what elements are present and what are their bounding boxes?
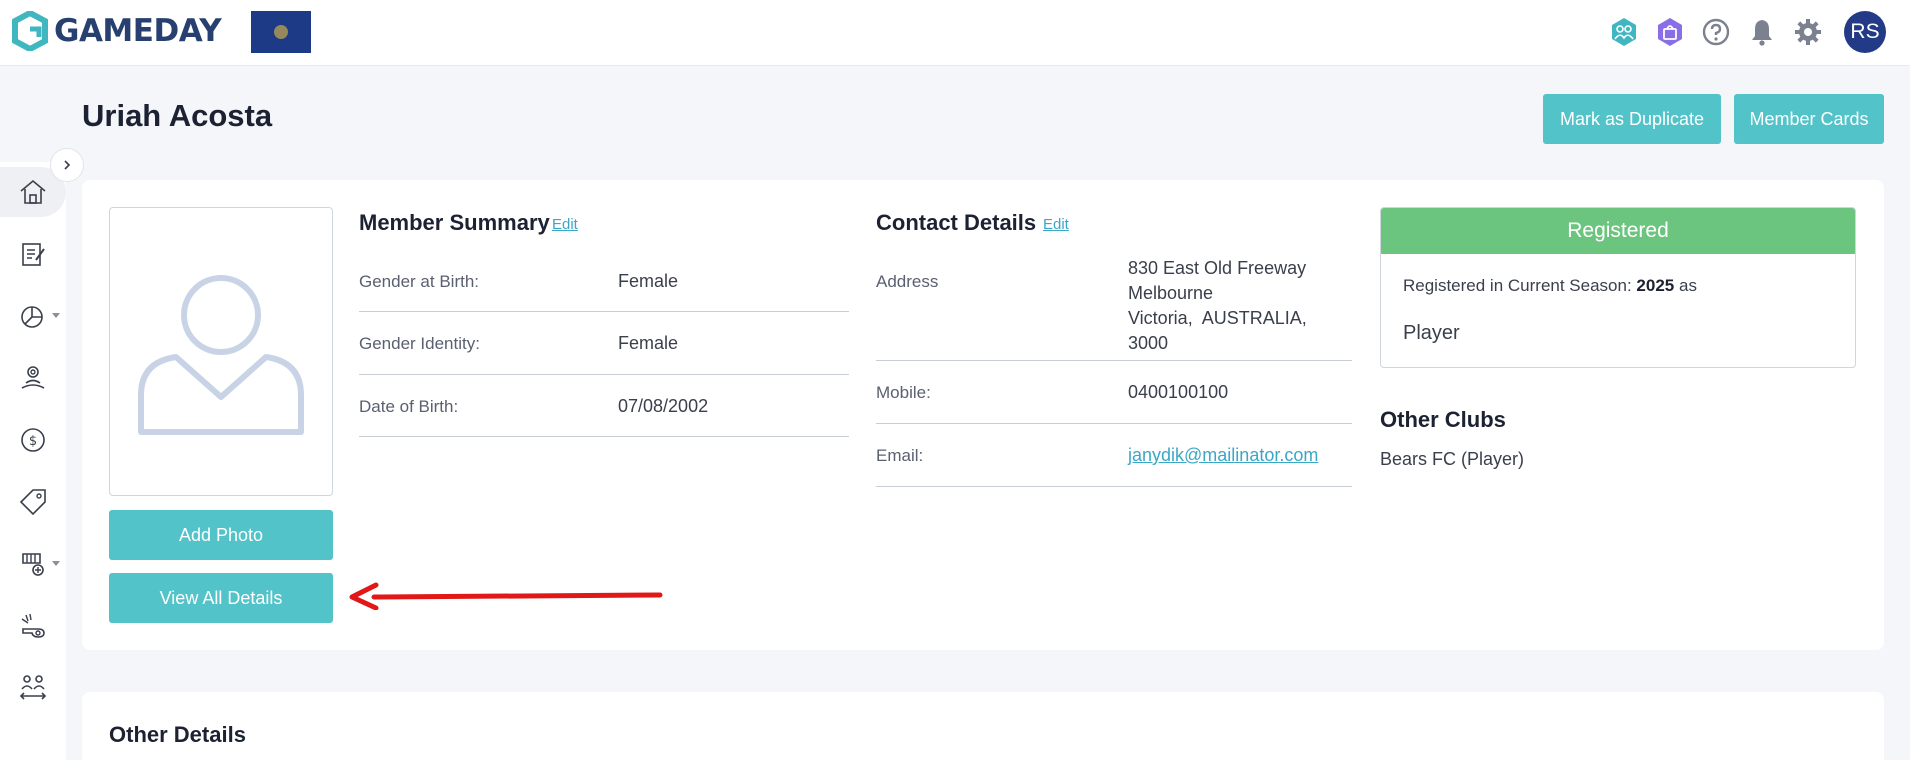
members-icon[interactable] <box>1608 16 1640 48</box>
other-details-title: Other Details <box>109 722 246 747</box>
member-summary-title: Member Summary <box>359 210 550 235</box>
contact-details-title: Contact Details <box>876 210 1037 235</box>
address-value: 830 East Old Freeway Melbourne Victoria,… <box>1128 258 1307 353</box>
transfers-icon <box>19 675 47 700</box>
registration-status-box: Registered Registered in Current Season:… <box>1380 207 1856 368</box>
summary-row: Gender Identity: Female <box>359 312 849 375</box>
email-link[interactable]: janydik@mailinator.com <box>1128 445 1318 465</box>
other-clubs-title: Other Clubs <box>1380 407 1506 432</box>
sidebar-item-registrations[interactable] <box>0 353 66 403</box>
annotation-arrow <box>349 582 663 610</box>
field-value: Female <box>618 271 679 291</box>
view-all-details-button[interactable]: View All Details <box>109 573 333 623</box>
profile-photo <box>109 207 333 496</box>
bell-icon[interactable] <box>1746 16 1778 48</box>
contact-row-email: Email: janydik@mailinator.com <box>876 424 1352 487</box>
field-label: Gender at Birth: <box>359 272 480 291</box>
help-icon[interactable] <box>1700 16 1732 48</box>
sidebar-item-promotions[interactable] <box>0 477 66 527</box>
member-cards-button[interactable]: Member Cards <box>1734 94 1884 144</box>
registrations-icon <box>21 366 45 389</box>
summary-row: Gender at Birth: Female <box>359 250 849 312</box>
field-label: Email: <box>876 446 924 465</box>
sidebar-item-finance[interactable]: $ <box>0 415 66 465</box>
contact-details-edit-link[interactable]: Edit <box>1043 216 1069 233</box>
sidebar-item-forms[interactable] <box>0 229 66 279</box>
field-label: Mobile: <box>876 383 931 402</box>
sidebar-item-membership[interactable] <box>0 539 66 589</box>
mark-as-duplicate-button[interactable]: Mark as Duplicate <box>1543 94 1721 144</box>
gameday-logo-icon <box>12 11 48 51</box>
add-photo-button[interactable]: Add Photo <box>109 510 333 560</box>
sidebar-toggle-button[interactable] <box>50 148 84 182</box>
other-details-card <box>82 692 1884 760</box>
forms-icon <box>22 243 45 266</box>
field-value: Female <box>618 333 679 353</box>
avatar-placeholder-icon <box>138 274 304 435</box>
sidebar-item-reports[interactable] <box>0 291 66 341</box>
mobile-value: 0400100100 <box>1128 382 1229 402</box>
sidebar-item-competition[interactable] <box>0 601 66 651</box>
avatar[interactable]: RS <box>1844 11 1886 53</box>
field-value: 07/08/2002 <box>618 396 709 416</box>
registration-season-text: Registered in Current Season: 2025 as <box>1403 276 1697 295</box>
page-title: Uriah Acosta <box>82 98 273 133</box>
gear-icon[interactable] <box>1792 16 1824 48</box>
promotions-icon <box>19 489 46 516</box>
registered-status-badge: Registered <box>1381 208 1855 254</box>
summary-row: Date of Birth: 07/08/2002 <box>359 375 849 437</box>
contact-row-mobile: Mobile: 0400100100 <box>876 361 1352 424</box>
shop-icon[interactable] <box>1654 16 1686 48</box>
sidebar-item-transfers[interactable] <box>0 663 66 713</box>
brand-name: GAMEDAY <box>54 13 222 49</box>
chevron-right-icon <box>64 160 71 170</box>
header-icons: RS <box>1608 11 1886 53</box>
field-label: Gender Identity: <box>359 334 480 353</box>
competition-icon <box>21 613 45 638</box>
contact-row-address: Address 830 East Old Freeway Melbourne V… <box>876 250 1352 361</box>
field-label: Date of Birth: <box>359 397 459 416</box>
organisation-logo[interactable] <box>251 11 311 53</box>
home-icon <box>20 179 46 204</box>
reports-icon <box>21 306 43 328</box>
email-value: janydik@mailinator.com <box>1128 443 1318 468</box>
top-bar: GAMEDAY RS <box>0 0 1910 66</box>
gameday-logo[interactable]: GAMEDAY <box>12 10 222 52</box>
finance-icon: $ <box>21 428 45 452</box>
sidebar: $ <box>0 162 66 760</box>
member-summary-edit-link[interactable]: Edit <box>552 216 578 233</box>
other-clubs-value: Bears FC (Player) <box>1380 449 1525 469</box>
registration-role: Player <box>1403 322 1460 344</box>
svg-text:$: $ <box>29 434 37 449</box>
membership-icon <box>22 553 44 576</box>
field-label: Address <box>876 272 939 291</box>
